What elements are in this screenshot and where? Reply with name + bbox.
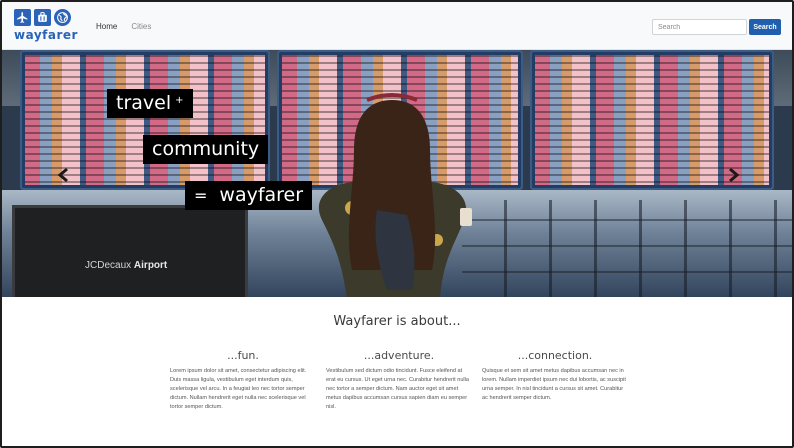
brand-logo[interactable]: wayfarer bbox=[14, 9, 78, 45]
chevron-right-icon bbox=[729, 168, 740, 182]
airport-sign-text: JCDecaux Airport bbox=[85, 260, 168, 271]
about-column-text: Quisque et sem sit amet metus dapibus ac… bbox=[482, 368, 626, 401]
about-column-title: ...connection. bbox=[517, 349, 593, 362]
about-column-text: Lorem ipsum dolor sit amet, consectetur … bbox=[170, 368, 307, 410]
about-column-title: ...fun. bbox=[227, 349, 259, 362]
hero-tag-travel: travel + bbox=[107, 89, 193, 118]
navbar: wayfarer Home Cities Search bbox=[2, 2, 792, 50]
globe-icon bbox=[54, 9, 71, 26]
about-column-adventure: ...adventure. Vestibulum sed dictum odio… bbox=[326, 349, 472, 412]
about-heading: Wayfarer is about... bbox=[333, 314, 461, 329]
about-column-title: ...adventure. bbox=[363, 349, 435, 362]
nav-link-cities[interactable]: Cities bbox=[131, 22, 151, 31]
hero-tag-community: community bbox=[143, 135, 269, 164]
airport-screen-sign: JCDecaux Airport bbox=[12, 205, 248, 297]
luggage-icon bbox=[34, 9, 51, 26]
about-section: Wayfarer is about... ...fun. Lorem ipsum… bbox=[2, 297, 792, 446]
nav-link-home[interactable]: Home bbox=[96, 22, 117, 31]
chevron-left-icon bbox=[57, 168, 68, 182]
brand-name: wayfarer bbox=[14, 28, 78, 42]
browser-page: wayfarer Home Cities Search JCDecaux Air… bbox=[0, 0, 794, 448]
about-column-connection: ...connection. Quisque et sem sit amet m… bbox=[482, 349, 628, 403]
hero-tag-wayfarer: = wayfarer bbox=[185, 181, 313, 210]
brand-icons bbox=[14, 9, 78, 26]
nav-links: Home Cities bbox=[96, 22, 151, 31]
carousel-prev-button[interactable] bbox=[56, 167, 70, 183]
about-column-text: Vestibulum sed dictum odio tincidunt. Fu… bbox=[326, 368, 470, 410]
search-button[interactable]: Search bbox=[749, 19, 781, 35]
hero-carousel: JCDecaux Airport travel + community = wayf… bbox=[2, 50, 792, 297]
search-input[interactable] bbox=[652, 19, 747, 35]
hero-image-window-grid bbox=[462, 200, 792, 297]
carousel-next-button[interactable] bbox=[727, 167, 741, 183]
about-column-fun: ...fun. Lorem ipsum dolor sit amet, cons… bbox=[170, 349, 316, 412]
traveler-figure bbox=[318, 93, 472, 297]
airplane-icon bbox=[14, 9, 31, 26]
